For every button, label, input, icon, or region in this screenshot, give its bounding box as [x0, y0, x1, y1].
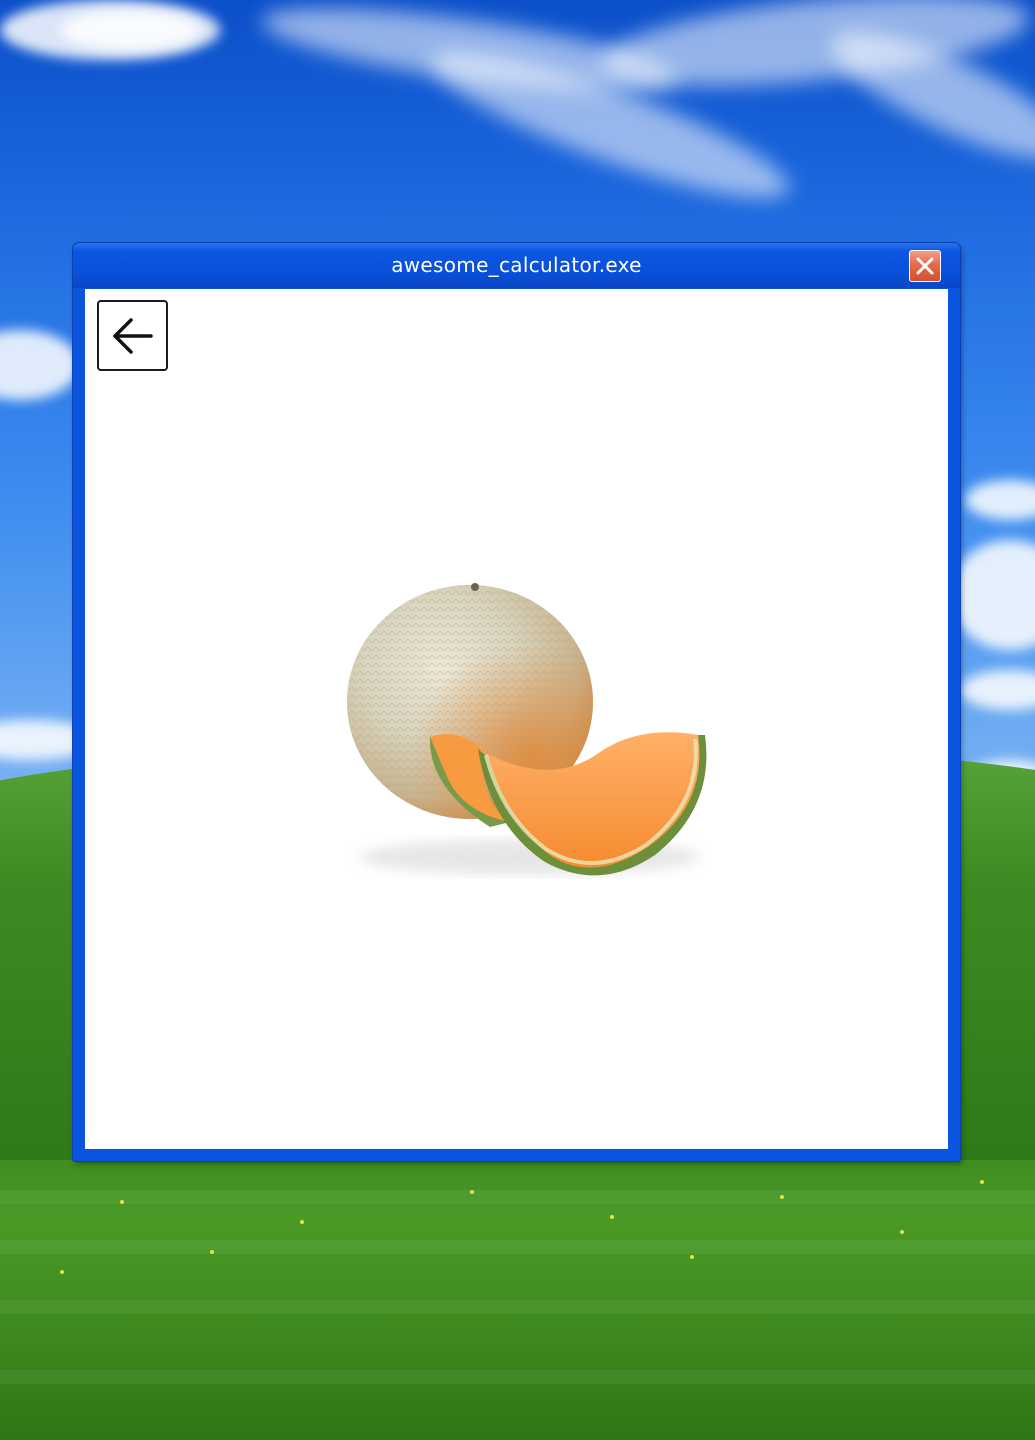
- window-content: [85, 289, 948, 1149]
- close-icon: [916, 257, 934, 275]
- app-window: awesome_calculator.exe: [73, 243, 960, 1161]
- back-button[interactable]: [97, 300, 168, 371]
- melon-image: [347, 583, 707, 876]
- title-bar[interactable]: awesome_calculator.exe: [73, 243, 960, 288]
- cloud: [60, 10, 200, 50]
- window-title: awesome_calculator.exe: [391, 253, 642, 277]
- close-button[interactable]: [909, 250, 941, 282]
- arrow-left-icon: [113, 318, 153, 354]
- grass-field: [0, 1160, 1035, 1440]
